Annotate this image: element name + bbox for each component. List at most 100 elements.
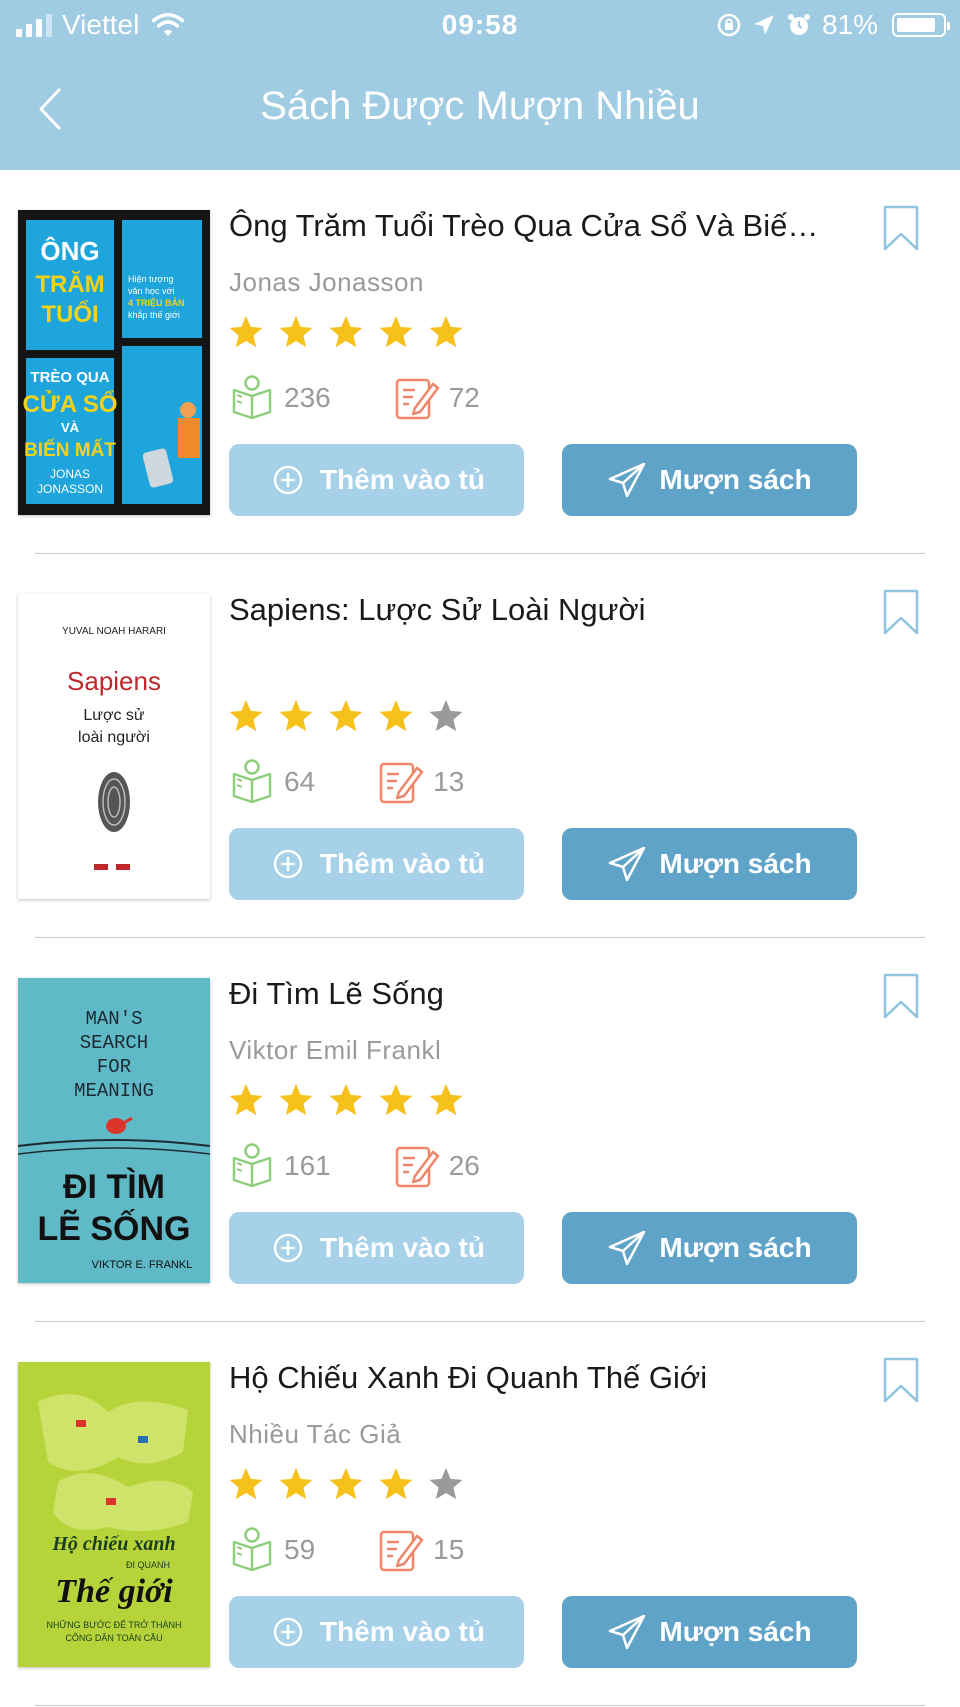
rating-stars xyxy=(228,1082,464,1118)
cover-text: Hộ chiếu xanh xyxy=(51,1533,175,1555)
add-to-shelf-button[interactable]: Thêm vào tủ xyxy=(229,1212,524,1284)
star-filled-icon xyxy=(229,1084,263,1116)
reviews-count: 72 xyxy=(448,382,480,413)
star-filled-icon xyxy=(229,1468,263,1500)
add-to-shelf-label: Thêm vào tủ xyxy=(320,1616,485,1647)
cover-text: SEARCH xyxy=(80,1032,148,1054)
header-bar: Viettel 09:58 81% Sách Được Mượn Nhiều xyxy=(0,0,960,170)
star-filled-icon xyxy=(429,1084,463,1116)
reading-person-icon xyxy=(232,759,272,804)
paper-plane-icon xyxy=(609,1230,646,1266)
paper-plane-icon xyxy=(609,1614,646,1650)
cover-text: khắp thế giới xyxy=(128,310,180,320)
edit-note-icon xyxy=(395,378,439,420)
star-filled-icon xyxy=(329,1468,363,1500)
reads-count: 161 xyxy=(284,1150,331,1181)
borrow-book-label: Mượn sách xyxy=(659,1232,812,1263)
reads-count: 59 xyxy=(284,1534,316,1565)
bookmark-icon[interactable] xyxy=(880,972,922,1020)
book-cover[interactable]: MAN'S SEARCH FOR MEANING ĐI TÌM LẼ SỐNG … xyxy=(18,978,210,1283)
cover-text: ĐI TÌM xyxy=(63,1168,165,1206)
add-to-shelf-button[interactable]: Thêm vào tủ xyxy=(229,1596,524,1668)
star-filled-icon xyxy=(379,1468,413,1500)
reads-stat: 161 xyxy=(228,1142,331,1190)
book-cover[interactable]: Hộ chiếu xanh ĐI QUANH Thế giới NHỮNG BƯ… xyxy=(18,1362,210,1667)
rotation-lock-icon xyxy=(717,13,741,37)
borrow-book-label: Mượn sách xyxy=(659,1616,812,1647)
book-item[interactable]: YUVAL NOAH HARARI Sapiens Lược sử loài n… xyxy=(0,554,960,938)
book-item[interactable]: ÔNG TRĂM TUỔI TRÈO QUA CỬA SỔ VÀ BIẾN MẤ… xyxy=(0,170,960,554)
book-title[interactable]: Hộ Chiếu Xanh Đi Quanh Thế Giới xyxy=(229,1360,829,1396)
cover-text: MAN'S xyxy=(85,1008,142,1030)
add-to-shelf-button[interactable]: Thêm vào tủ xyxy=(229,444,524,516)
book-title[interactable]: Đi Tìm Lẽ Sống xyxy=(229,976,829,1012)
battery-icon xyxy=(892,13,950,37)
cover-text: VÀ xyxy=(61,420,80,435)
cover-text: loài người xyxy=(78,729,150,746)
bookmark-icon[interactable] xyxy=(880,1356,922,1404)
add-to-shelf-button[interactable]: Thêm vào tủ xyxy=(229,828,524,900)
cover-text: TUỔI xyxy=(41,300,98,328)
bookmark-icon[interactable] xyxy=(880,204,922,252)
cover-text: Lược sử xyxy=(83,707,145,724)
reads-stat: 59 xyxy=(228,1526,315,1574)
book-item[interactable]: Hộ chiếu xanh ĐI QUANH Thế giới NHỮNG BƯ… xyxy=(0,1322,960,1706)
paper-plane-icon xyxy=(609,462,646,498)
book-list: ÔNG TRĂM TUỔI TRÈO QUA CỬA SỔ VÀ BIẾN MẤ… xyxy=(0,170,960,1706)
cover-text: 4 TRIỆU BẢN xyxy=(128,297,185,308)
reviews-count: 13 xyxy=(433,766,465,797)
star-filled-icon xyxy=(279,316,313,348)
reviews-count: 15 xyxy=(433,1534,465,1565)
book-cover[interactable]: YUVAL NOAH HARARI Sapiens Lược sử loài n… xyxy=(18,594,210,899)
cover-text: văn học với xyxy=(128,286,174,296)
star-filled-icon xyxy=(229,316,263,348)
star-filled-icon xyxy=(329,700,363,732)
alarm-clock-icon xyxy=(787,14,810,35)
borrow-book-button[interactable]: Mượn sách xyxy=(562,444,857,516)
cover-text: CÔNG DÂN TOÀN CẦU xyxy=(65,1633,162,1643)
borrow-book-button[interactable]: Mượn sách xyxy=(562,828,857,900)
reads-stat: 236 xyxy=(228,374,331,422)
plus-circle-icon xyxy=(273,849,303,879)
cover-text: YUVAL NOAH HARARI xyxy=(62,626,166,637)
borrow-book-label: Mượn sách xyxy=(659,464,812,495)
cover-text: CỬA SỔ xyxy=(22,389,117,418)
cover-text: Hiện tượng xyxy=(128,274,173,284)
reading-person-icon xyxy=(232,1527,272,1572)
borrow-book-button[interactable]: Mượn sách xyxy=(562,1596,857,1668)
plus-circle-icon xyxy=(273,1617,303,1647)
reviews-count: 26 xyxy=(448,1150,480,1181)
cover-text: MEANING xyxy=(74,1080,154,1102)
book-title[interactable]: Sapiens: Lược Sử Loài Người xyxy=(229,592,829,628)
star-filled-icon xyxy=(379,700,413,732)
book-item[interactable]: MAN'S SEARCH FOR MEANING ĐI TÌM LẼ SỐNG … xyxy=(0,938,960,1322)
book-title[interactable]: Ông Trăm Tuổi Trèo Qua Cửa Sổ Và Biến... xyxy=(229,208,829,244)
cover-text: BIẾN MẤT xyxy=(24,439,116,461)
edit-note-icon xyxy=(379,1530,424,1572)
cover-text: JONASSON xyxy=(37,482,103,496)
location-arrow-icon xyxy=(753,15,774,35)
star-filled-icon xyxy=(329,316,363,348)
divider xyxy=(35,1705,925,1706)
add-to-shelf-label: Thêm vào tủ xyxy=(320,1232,485,1263)
page-title: Sách Được Mượn Nhiều xyxy=(260,84,700,128)
book-stats: 236 72 xyxy=(228,374,542,422)
reading-person-icon xyxy=(232,375,272,420)
cover-text: JONAS xyxy=(50,467,90,481)
star-filled-icon xyxy=(379,1084,413,1116)
borrow-book-button[interactable]: Mượn sách xyxy=(562,1212,857,1284)
cover-text: ÔNG xyxy=(40,236,99,266)
edit-note-icon xyxy=(379,762,424,804)
star-empty-icon xyxy=(429,700,463,732)
star-filled-icon xyxy=(379,316,413,348)
add-to-shelf-label: Thêm vào tủ xyxy=(320,848,485,879)
reads-stat: 64 xyxy=(228,758,315,806)
bookmark-icon[interactable] xyxy=(880,588,922,636)
rating-stars xyxy=(228,314,464,350)
status-bar: Viettel 09:58 81% xyxy=(0,0,960,50)
book-stats: 64 13 xyxy=(228,758,526,806)
star-filled-icon xyxy=(279,1468,313,1500)
cover-text: LẼ SỐNG xyxy=(37,1209,190,1248)
book-cover[interactable]: ÔNG TRĂM TUỔI TRÈO QUA CỬA SỔ VÀ BIẾN MẤ… xyxy=(18,210,210,515)
reads-count: 64 xyxy=(284,766,316,797)
